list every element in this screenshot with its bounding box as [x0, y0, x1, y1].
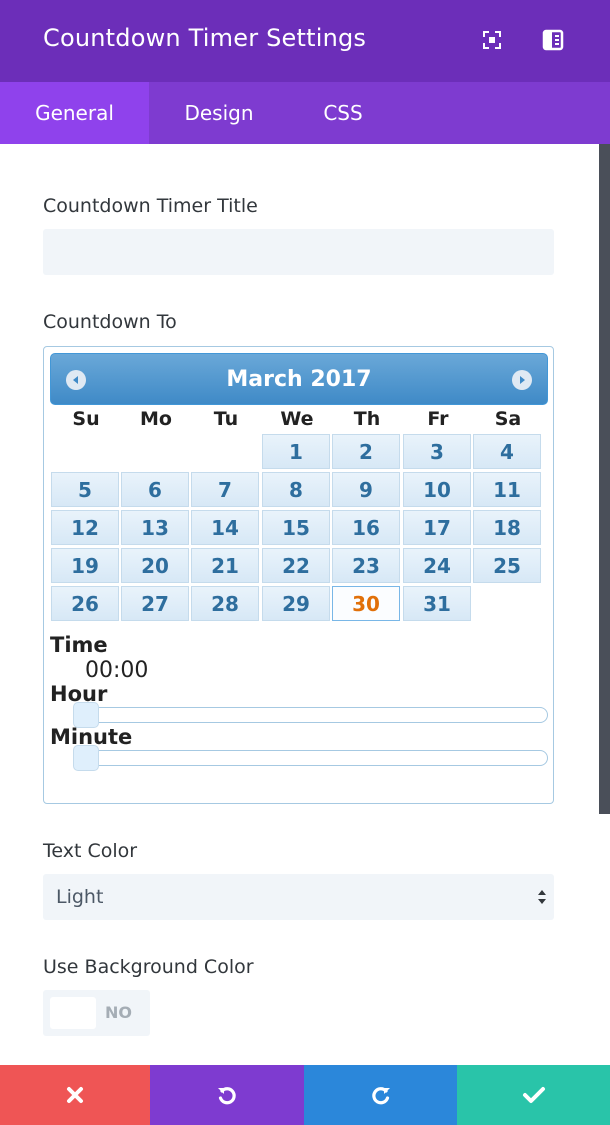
scrollbar[interactable]	[599, 144, 610, 814]
calendar-day[interactable]: 29	[262, 586, 330, 621]
calendar-empty-cell	[121, 434, 189, 469]
calendar-day[interactable]: 14	[191, 510, 259, 545]
calendar-day[interactable]: 26	[51, 586, 119, 621]
calendar-day[interactable]: 4	[473, 434, 541, 469]
calendar-day[interactable]: 7	[191, 472, 259, 507]
calendar-day[interactable]: 10	[403, 472, 471, 507]
time-label: Time	[50, 633, 108, 657]
toggle-state: NO	[105, 1003, 132, 1022]
text-color-select[interactable]: Light	[43, 874, 554, 920]
calendar-day[interactable]: 5	[51, 472, 119, 507]
weekday-header: Fr	[427, 408, 449, 430]
weekday-header: We	[280, 408, 314, 430]
calendar-day[interactable]: 17	[403, 510, 471, 545]
use-bg-color-label: Use Background Color	[43, 956, 254, 978]
calendar-day[interactable]: 19	[51, 548, 119, 583]
calendar-day[interactable]: 23	[332, 548, 400, 583]
title-input[interactable]	[43, 229, 554, 275]
calendar-day[interactable]: 8	[262, 472, 330, 507]
calendar-header: March 2017	[50, 353, 548, 405]
calendar-day[interactable]: 6	[121, 472, 189, 507]
minute-slider-handle[interactable]	[73, 745, 99, 771]
calendar-day-selected[interactable]: 30	[332, 586, 400, 621]
redo-icon	[371, 1087, 390, 1105]
weekday-header: Th	[353, 408, 381, 430]
calendar-day[interactable]: 18	[473, 510, 541, 545]
weekday-header: Su	[72, 408, 100, 430]
weekday-header: Tu	[213, 408, 239, 430]
chevron-right-icon	[520, 376, 525, 384]
redo-button[interactable]	[304, 1065, 457, 1125]
modal-header: Countdown Timer Settings	[0, 0, 610, 82]
text-color-value: Light	[56, 886, 104, 908]
check-icon	[522, 1087, 545, 1103]
calendar-day[interactable]: 21	[191, 548, 259, 583]
undo-button[interactable]	[150, 1065, 304, 1125]
calendar-day[interactable]: 27	[121, 586, 189, 621]
close-icon	[67, 1087, 83, 1103]
weekday-header: Sa	[494, 408, 522, 430]
weekday-header: Mo	[140, 408, 172, 430]
use-bg-color-toggle[interactable]: NO	[43, 990, 150, 1036]
modal-title: Countdown Timer Settings	[43, 24, 367, 52]
calendar-month-title: March 2017	[226, 367, 372, 392]
countdown-to-label: Countdown To	[43, 311, 177, 333]
calendar-day[interactable]: 16	[332, 510, 400, 545]
toggle-knob	[50, 997, 96, 1029]
calendar-empty-cell	[191, 434, 259, 469]
calendar-day[interactable]: 28	[191, 586, 259, 621]
select-arrows-icon	[538, 890, 546, 904]
calendar-day[interactable]: 22	[262, 548, 330, 583]
calendar-day[interactable]: 31	[403, 586, 471, 621]
text-color-label: Text Color	[43, 840, 138, 862]
calendar-day[interactable]: 2	[332, 434, 400, 469]
calendar-day[interactable]: 9	[332, 472, 400, 507]
hour-slider[interactable]	[79, 707, 548, 723]
calendar-day[interactable]: 13	[121, 510, 189, 545]
title-field-label: Countdown Timer Title	[43, 195, 258, 217]
calendar-day[interactable]: 24	[403, 548, 471, 583]
calendar-day[interactable]: 12	[51, 510, 119, 545]
calendar-day[interactable]: 15	[262, 510, 330, 545]
tab-general[interactable]: General	[0, 82, 149, 144]
modal-footer	[0, 1065, 610, 1125]
calendar-day[interactable]: 3	[403, 434, 471, 469]
cancel-button[interactable]	[0, 1065, 150, 1125]
minute-slider[interactable]	[79, 750, 548, 766]
expand-icon[interactable]	[480, 28, 504, 52]
calendar-day[interactable]: 25	[473, 548, 541, 583]
split-view-icon[interactable]	[541, 28, 565, 52]
tab-css[interactable]: CSS	[289, 82, 397, 144]
calendar-empty-cell	[51, 434, 119, 469]
time-value: 00:00	[85, 658, 149, 683]
calendar-day[interactable]: 20	[121, 548, 189, 583]
datetime-picker: March 2017 Su Mo Tu We Th Fr Sa 12345678…	[43, 346, 554, 804]
next-month-button[interactable]	[512, 370, 532, 390]
calendar-day[interactable]: 11	[473, 472, 541, 507]
save-button[interactable]	[457, 1065, 610, 1125]
undo-icon	[218, 1087, 236, 1105]
tab-bar: General Design CSS	[0, 82, 610, 144]
tab-design[interactable]: Design	[149, 82, 289, 144]
calendar-day[interactable]: 1	[262, 434, 330, 469]
